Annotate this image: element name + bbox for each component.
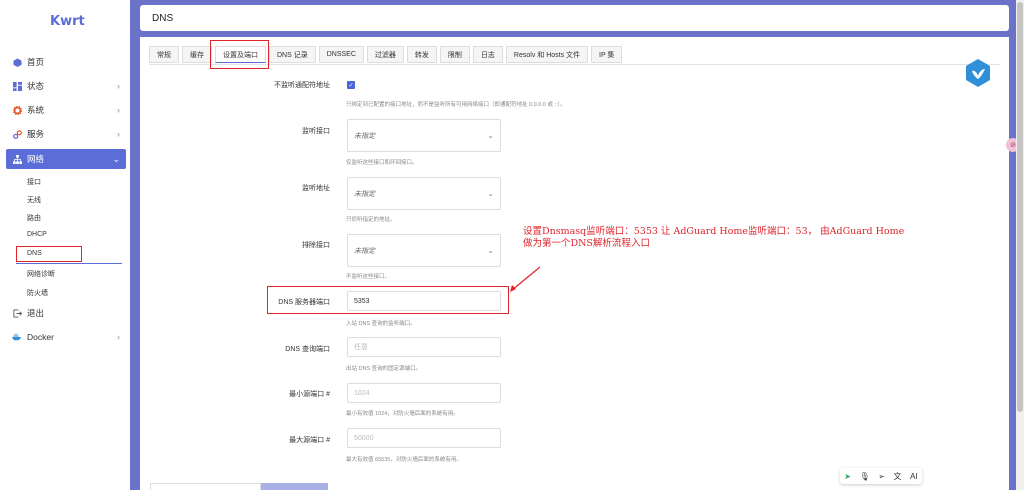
translate-icon[interactable]: 文 [894,471,902,482]
assistant-bird-icon[interactable] [964,58,992,88]
send-icon[interactable]: ➢ [878,472,885,481]
annotation-text: 设置Dnsmasq监听端口：5353 让 AdGuard Home监听端口：53… [523,226,905,249]
floating-toolbar: ➤ 🎙︎ ➢ 文 AI [840,468,922,484]
pin-icon[interactable]: ➤ [844,472,851,481]
mic-icon[interactable]: 🎙︎ [860,472,870,481]
scrollbar-thumb[interactable] [1017,2,1023,412]
ai-icon[interactable]: AI [910,472,918,481]
